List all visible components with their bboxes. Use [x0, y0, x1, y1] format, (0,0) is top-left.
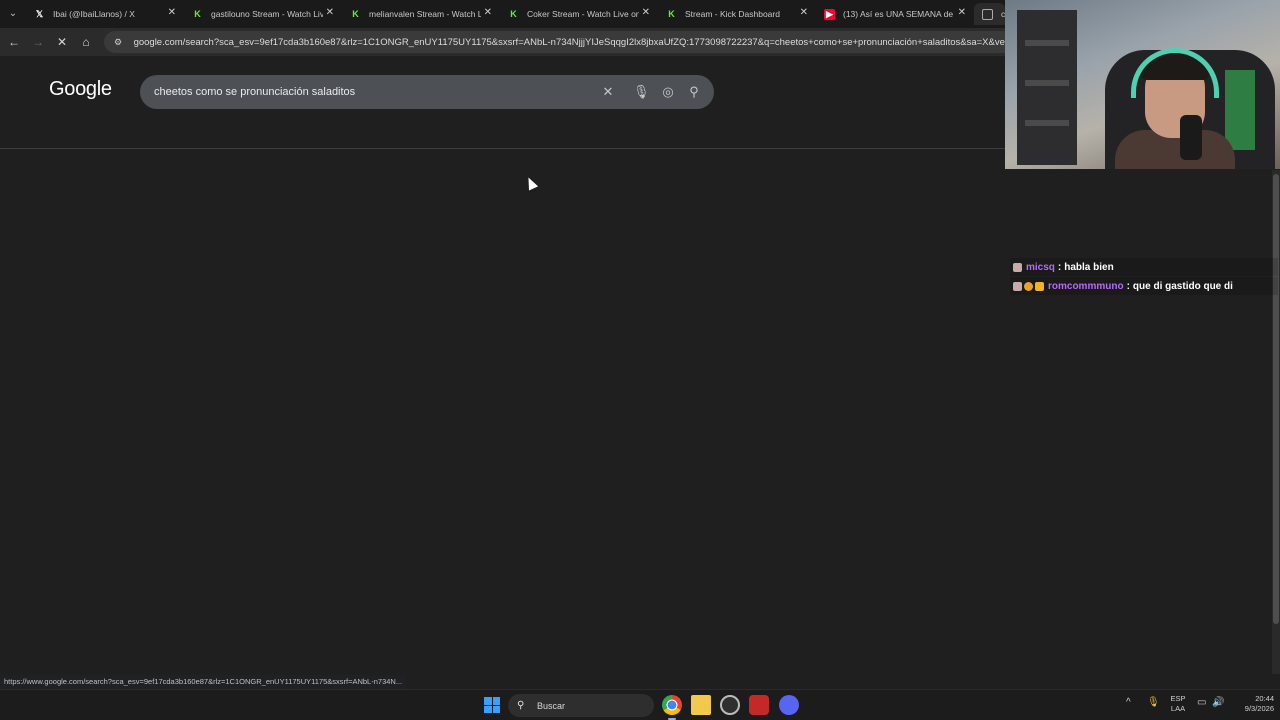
stop-loading-icon[interactable]: ✕	[54, 34, 70, 50]
file-explorer-icon[interactable]	[691, 695, 711, 715]
network-icon[interactable]: ▭	[1197, 697, 1206, 708]
tray-chevron-up-icon[interactable]: ^	[1126, 697, 1131, 708]
chat-separator: :	[1057, 261, 1062, 273]
taskbar-search[interactable]: ⚲ Buscar	[508, 694, 654, 717]
chat-message: romcommmuno : que di gastido que di	[1010, 277, 1278, 295]
screen: ⌄ 𝕏 Ibai (@IbaiLlanos) / X ✕ K gastiloun…	[0, 0, 1280, 720]
link-status-url: https://www.google.com/search?sca_esv=9e…	[0, 675, 407, 689]
webcam-microphone	[1180, 115, 1202, 160]
back-arrow-icon[interactable]: ←	[6, 34, 22, 50]
windows-start-icon[interactable]	[484, 697, 500, 713]
search-icon: ⚲	[517, 700, 525, 711]
page-scrollbar[interactable]	[1272, 170, 1280, 674]
google-logo[interactable]: Google	[49, 78, 112, 101]
tab-strip: ⌄ 𝕏 Ibai (@IbaiLlanos) / X ✕ K gastiloun…	[0, 0, 1005, 28]
subscriber-badge-icon	[1024, 281, 1033, 291]
microphone-icon[interactable]: 🎙	[633, 84, 650, 100]
keyboard-layout: LAA	[1170, 704, 1186, 713]
tab-title: (13) Así es UNA SEMANA de m	[843, 9, 955, 19]
tab-3[interactable]: K melianvalen Stream - Watch Li ✕	[342, 3, 500, 25]
chat-text: que di gastido que di	[1132, 280, 1233, 292]
language-indicator[interactable]: ESP LAA	[1168, 694, 1188, 714]
tray-microphone-icon[interactable]: 🎙	[1147, 697, 1160, 708]
chrome-icon[interactable]	[662, 695, 682, 720]
obs-icon[interactable]	[720, 695, 740, 715]
tab-close-icon[interactable]: ✕	[958, 7, 966, 18]
tab-title: gastilouno Stream - Watch Live	[211, 9, 323, 19]
tab-title: melianvalen Stream - Watch Li	[369, 9, 481, 19]
trophy-badge-icon	[1013, 262, 1022, 272]
webcam-overlay	[1005, 0, 1280, 169]
browser-toolbar: ← → ✕ ⌂ ⚙ google.com/search?sca_esv=9ef1…	[0, 28, 1005, 56]
site-info-icon[interactable]: ⚙	[114, 37, 126, 48]
kick-icon: K	[192, 8, 203, 20]
youtube-icon: ▶	[824, 8, 835, 20]
chat-message: micsq : habla bien	[1010, 258, 1278, 276]
search-box[interactable]: ✕ 🎙 ◎ ⚲	[140, 75, 714, 109]
clear-icon[interactable]: ✕	[600, 84, 616, 100]
tab-close-icon[interactable]: ✕	[326, 7, 334, 18]
tab-7-active[interactable]: ch	[974, 3, 1005, 25]
clock-time: 20:44	[1255, 694, 1274, 703]
kick-icon: K	[350, 8, 361, 20]
home-icon[interactable]: ⌂	[78, 34, 94, 50]
taskbar-clock[interactable]: 20:44 9/3/2026	[1228, 694, 1274, 714]
volume-icon[interactable]: 🔊	[1212, 697, 1224, 708]
tab-2[interactable]: K gastilouno Stream - Watch Live ✕	[184, 3, 342, 25]
x-icon: 𝕏	[35, 8, 44, 19]
scrollbar-thumb[interactable]	[1273, 174, 1279, 624]
loading-icon	[982, 8, 993, 20]
clock-date: 9/3/2026	[1244, 704, 1274, 713]
tab-close-icon[interactable]: ✕	[642, 7, 650, 18]
tab-close-icon[interactable]: ✕	[800, 7, 808, 18]
chat-separator: :	[1126, 280, 1130, 292]
language-code: ESP	[1170, 694, 1186, 703]
trophy-badge-icon	[1013, 281, 1022, 291]
tab-title: Coker Stream - Watch Live on K	[527, 9, 639, 19]
tab-close-icon[interactable]: ✕	[168, 7, 176, 18]
mouse-cursor-icon	[523, 175, 539, 191]
tab-title: Stream - Kick Dashboard	[685, 9, 780, 19]
app-tool-icon[interactable]	[749, 695, 769, 715]
header-divider	[0, 148, 1005, 149]
tab-5[interactable]: K Stream - Kick Dashboard ✕	[658, 3, 816, 25]
tab-4[interactable]: K Coker Stream - Watch Live on K ✕	[500, 3, 658, 25]
stream-chat-overlay: micsq : habla bien romcommmuno : que di …	[1010, 258, 1278, 296]
search-icon[interactable]: ⚲	[686, 84, 702, 100]
chat-username: micsq	[1026, 261, 1055, 273]
camera-lens-icon[interactable]: ◎	[660, 84, 676, 100]
tab-close-icon[interactable]: ✕	[484, 7, 492, 18]
chat-username: romcommmuno	[1048, 280, 1124, 292]
forward-arrow-icon[interactable]: →	[30, 34, 46, 50]
discord-icon[interactable]	[779, 695, 799, 715]
kick-icon: K	[666, 8, 677, 20]
chat-text: habla bien	[1064, 261, 1114, 273]
search-input[interactable]	[154, 83, 594, 101]
kick-icon: K	[508, 8, 519, 20]
gift-badge-icon	[1035, 281, 1044, 291]
webcam-shelf	[1017, 10, 1077, 165]
tab-title: Ibai (@IbaiLlanos) / X	[53, 9, 135, 19]
tab-search-chevron-icon[interactable]: ⌄	[4, 5, 22, 23]
tab-1[interactable]: 𝕏 Ibai (@IbaiLlanos) / X ✕	[26, 3, 184, 25]
tab-6[interactable]: ▶ (13) Así es UNA SEMANA de m ✕	[816, 3, 974, 25]
windows-taskbar: ⚲ Buscar ^ 🎙 ESP LAA ▭ 🔊 20:44 9/3/2026	[0, 689, 1280, 720]
address-bar[interactable]: ⚙ google.com/search?sca_esv=9ef17cda3b16…	[104, 31, 1005, 53]
taskbar-search-label: Buscar	[537, 700, 566, 711]
address-url: google.com/search?sca_esv=9ef17cda3b160e…	[133, 36, 1005, 48]
